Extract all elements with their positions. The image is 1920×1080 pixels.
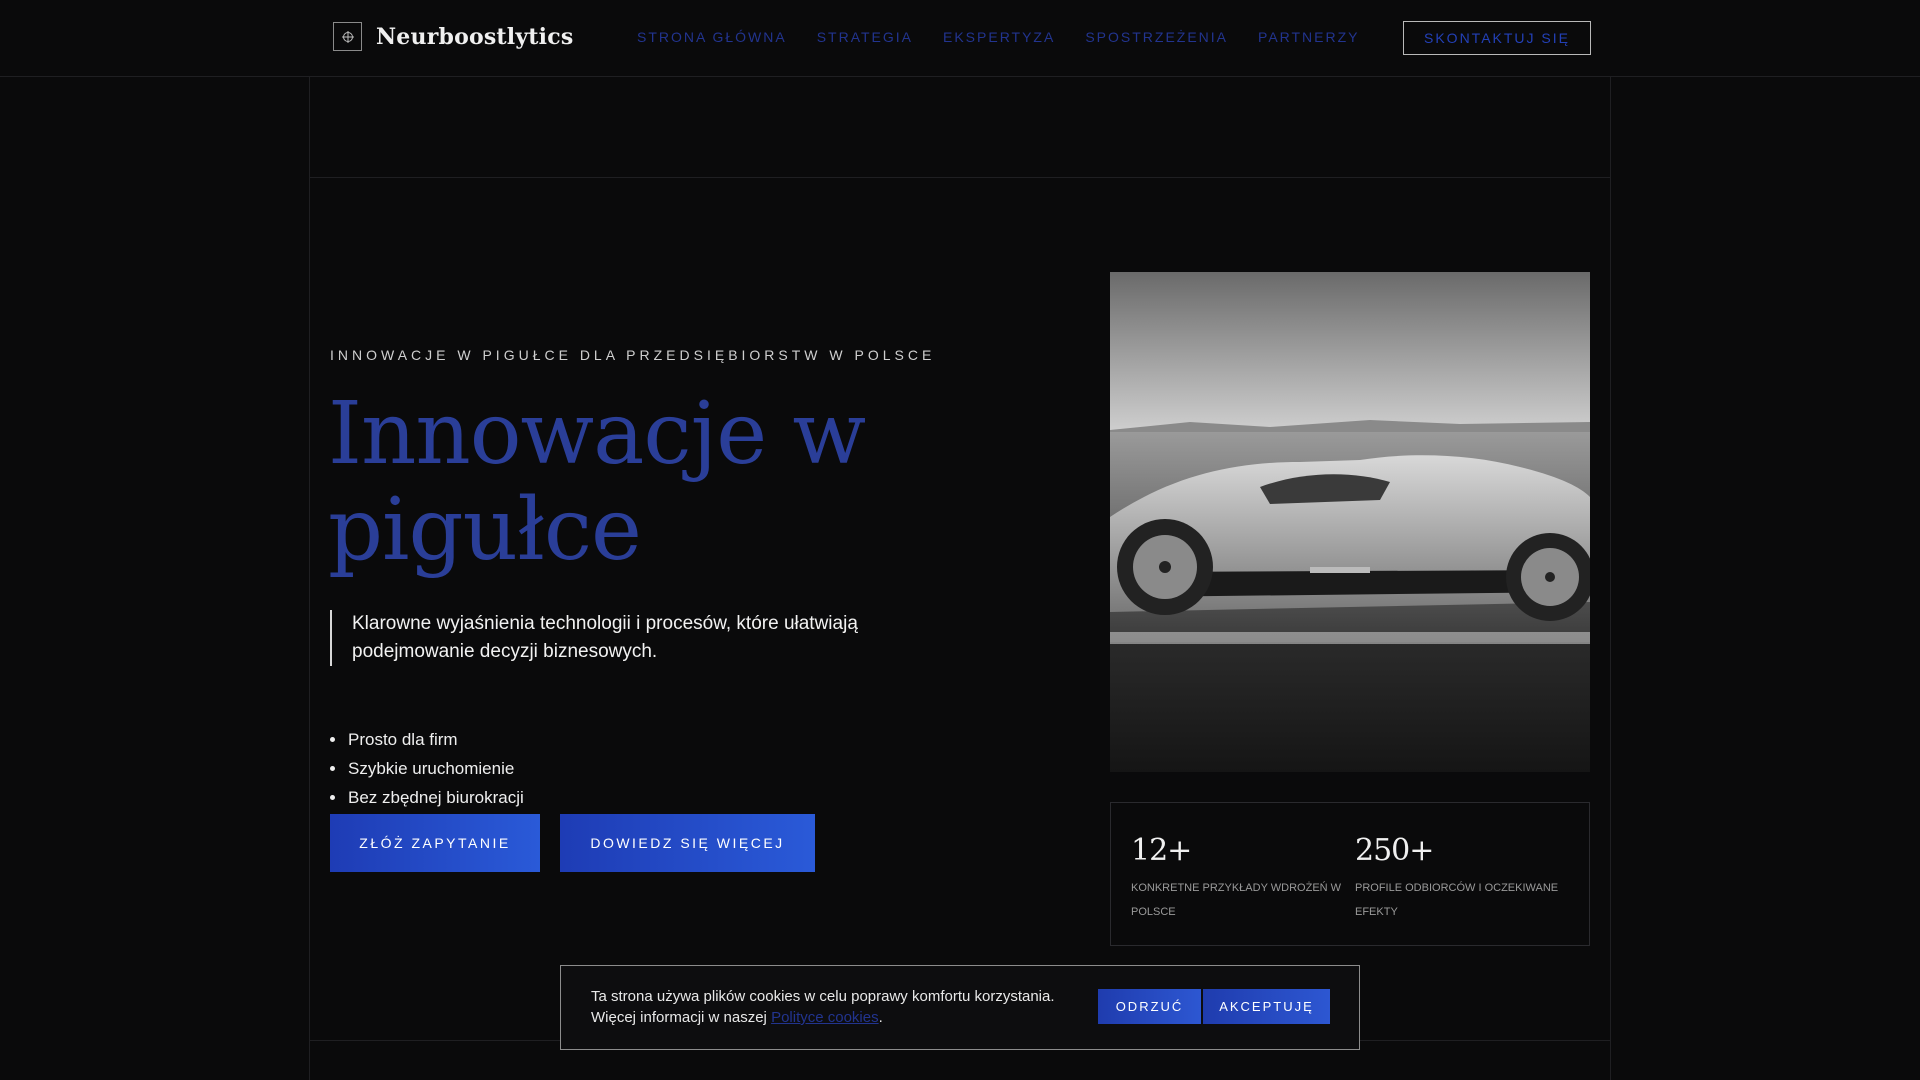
stats-card: 12+ KONKRETNE PRZYKŁADY WDROŻEŃ W POLSCE… [1110,802,1590,946]
cookie-policy-link[interactable]: Polityce cookies [771,1009,879,1026]
brand-name: Neurboostlytics [376,23,574,50]
list-item: Prosto dla firm [330,725,524,754]
bullet-dot-icon [330,737,335,742]
hero-title: Innowacje w pigułce [328,384,866,580]
section-divider-top [309,177,1611,178]
list-item-label: Szybkie uruchomienie [348,759,515,778]
brand-logo[interactable]: Neurboostlytics [333,22,573,51]
bullet-dot-icon [330,795,335,800]
accept-cookies-button[interactable]: AKCEPTUJĘ [1203,989,1330,1024]
bullet-dot-icon [330,766,335,771]
frame-divider-left [309,77,310,1080]
contact-button[interactable]: SKONTAKTUJ SIĘ [1403,21,1591,55]
nav-item-expertise[interactable]: EKSPERTYZA [943,29,1055,45]
nav-item-partners[interactable]: PARTNERZY [1258,29,1360,45]
cookie-text-line2: Więcej informacji w naszej [591,1009,772,1026]
list-item: Szybkie uruchomienie [330,754,524,783]
frame-divider-right [1610,77,1611,1080]
stat-item: 12+ KONKRETNE PRZYKŁADY WDROŻEŃ W POLSCE [1131,833,1351,924]
top-navigation-bar: Neurboostlytics STRONA GŁÓWNA STRATEGIA … [0,0,1920,77]
submit-inquiry-button[interactable]: ZŁÓŻ ZAPYTANIE [330,814,540,872]
hero-eyebrow: INNOWACJE W PIGUŁCE DLA PRZEDSIĘBIORSTW … [330,347,936,363]
stat-label: KONKRETNE PRZYKŁADY WDROŻEŃ W POLSCE [1131,882,1342,918]
learn-more-button[interactable]: DOWIEDZ SIĘ WIĘCEJ [560,814,815,872]
hero-car-image [1110,272,1590,772]
cookie-message: Ta strona używa plików cookies w celu po… [591,986,1091,1028]
nav-item-strategy[interactable]: STRATEGIA [817,29,913,45]
stat-value: 12+ [1131,833,1192,868]
stat-item: 250+ PROFILE ODBIORCÓW I OCZEKIWANE EFEK… [1355,833,1575,924]
hero-lead: Klarowne wyjaśnienia technologii i proce… [330,610,890,666]
list-item-label: Prosto dla firm [348,730,458,749]
reject-cookies-button[interactable]: ODRZUĆ [1098,989,1201,1024]
cookie-banner: Ta strona używa plików cookies w celu po… [560,965,1360,1050]
list-item: Bez zbędnej biurokracji [330,783,524,812]
nav-item-home[interactable]: STRONA GŁÓWNA [637,29,787,45]
cookie-text-suffix: . [878,1009,883,1026]
feature-list: Prosto dla firm Szybkie uruchomienie Bez… [330,725,524,812]
crosshair-icon [333,22,362,51]
stat-label: PROFILE ODBIORCÓW I OCZEKIWANE EFEKTY [1355,882,1559,918]
nav-item-insights[interactable]: SPOSTRZEŻENIA [1085,29,1228,45]
cookie-text-line1: Ta strona używa plików cookies w celu po… [591,988,1055,1005]
stat-value: 250+ [1355,833,1434,868]
main-nav: STRONA GŁÓWNA STRATEGIA EKSPERTYZA SPOST… [637,29,1360,45]
list-item-label: Bez zbędnej biurokracji [348,788,524,807]
